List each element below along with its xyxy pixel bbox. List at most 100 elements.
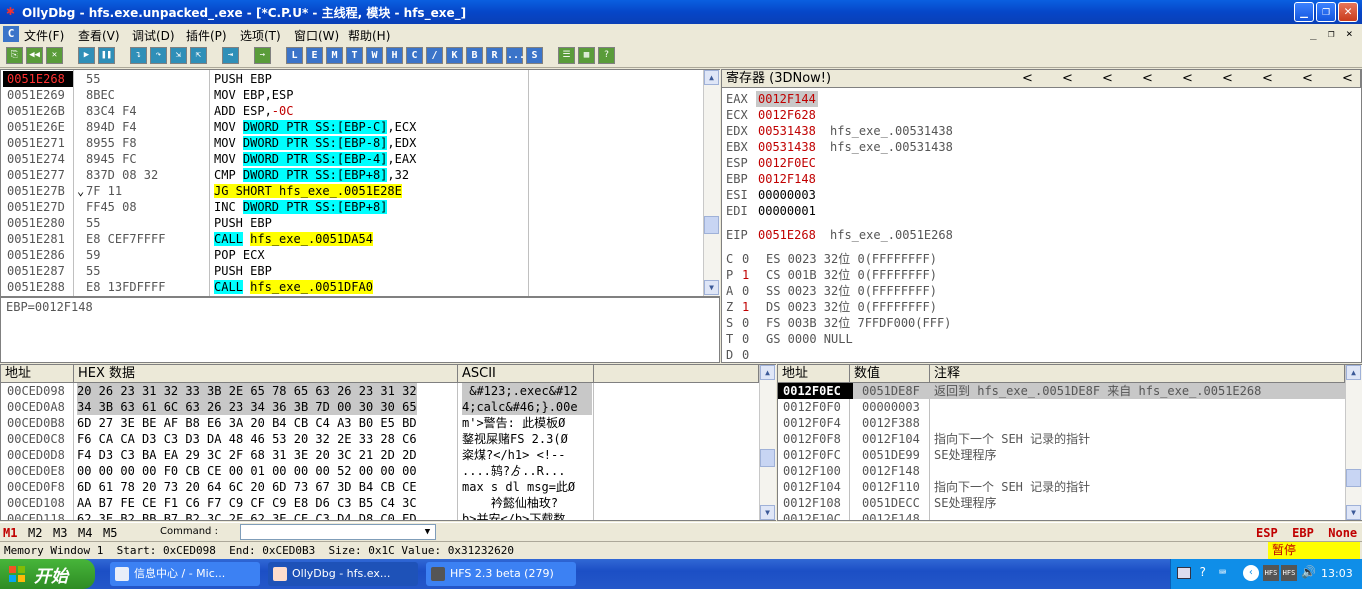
goto-icon[interactable]: → (254, 47, 271, 64)
menu-file[interactable]: 文件(F) (24, 27, 64, 44)
register-row[interactable]: ECX 0012F628 (722, 107, 1352, 123)
flag-row[interactable]: Z 1 DS 0023 32位 0(FFFFFFFF) (722, 299, 1352, 315)
register-view-arrow-icon[interactable]: < (1302, 71, 1313, 86)
memory-tab-m5[interactable]: M5 (103, 526, 117, 540)
stack-row[interactable]: 0012F0F4 0012F388 (778, 415, 1345, 431)
register-view-arrow-icon[interactable]: < (1222, 71, 1233, 86)
menu-plugins[interactable]: 插件(P) (186, 27, 227, 44)
flag-value[interactable]: 0 (742, 331, 749, 347)
dump-scroll-up-arrow-icon[interactable]: ▲ (760, 365, 775, 380)
memory-tab-m1[interactable]: M1 (3, 526, 17, 540)
flag-value[interactable]: 0 (742, 347, 749, 363)
handles-window-button[interactable]: H (386, 47, 403, 64)
disasm-row[interactable]: 0051E269 8BEC MOV EBP,ESP (1, 87, 701, 103)
tray-collapse-icon[interactable]: ‹ (1243, 565, 1259, 581)
register-value[interactable]: 0012F0EC (758, 155, 816, 171)
flag-value[interactable]: 0 (742, 251, 749, 267)
stack-row[interactable]: 0012F100 0012F148 (778, 463, 1345, 479)
hfs-tray-icon[interactable]: HFS (1263, 565, 1279, 581)
modules-window-button[interactable]: E (306, 47, 323, 64)
disasm-row[interactable]: 0051E288 E8 13FDFFFF CALL hfs_exe_.0051DFA… (1, 279, 701, 295)
register-value[interactable]: 00531438 (758, 123, 816, 139)
open-icon[interactable]: ⎘ (6, 47, 23, 64)
disasm-row[interactable]: 0051E27B ⌄ 7F 11 JG SHORT hfs_exe_.0051E28E (1, 183, 701, 199)
stack-scroll-thumb[interactable] (1346, 469, 1361, 487)
disassembly-pane[interactable]: 0051E268 55 PUSH EBP 0051E269 8BEC MOV EBP,ES… (0, 69, 720, 297)
register-row[interactable]: EIP 0051E268 hfs_exe_.0051E268 (722, 227, 1352, 243)
mdi-restore-button[interactable]: ❐ (1328, 27, 1335, 40)
execute-till-return-icon[interactable]: ⇥ (222, 47, 239, 64)
disassembly-scrollbar[interactable]: ▲ ▼ (703, 70, 720, 296)
flag-row[interactable]: D0 (722, 347, 1352, 363)
breakpoints-window-button[interactable]: B (466, 47, 483, 64)
taskbar-item-info-center[interactable]: 信息中心 / - Mic... (110, 562, 260, 586)
flag-value[interactable]: 0 (742, 315, 749, 331)
stack-mode-selector[interactable]: ESP EBP None (1256, 526, 1357, 540)
dump-row[interactable]: 00CED098 20 26 23 31 32 33 3B 2E 65 78 65… (1, 383, 759, 399)
help-icon[interactable]: ? (598, 47, 615, 64)
register-view-arrow-icon[interactable]: < (1142, 71, 1153, 86)
source-window-button[interactable]: S (526, 47, 543, 64)
flag-value[interactable]: 1 (742, 299, 749, 315)
threads-window-button[interactable]: T (346, 47, 363, 64)
scroll-up-arrow-icon[interactable]: ▲ (704, 70, 719, 85)
patches-window-button[interactable]: / (426, 47, 443, 64)
log-window-button[interactable]: L (286, 47, 303, 64)
dump-row[interactable]: 00CED0E8 00 00 00 00 F0 CB CE 00 01 00 00… (1, 463, 759, 479)
trace-into-icon[interactable]: ⇲ (170, 47, 187, 64)
register-value[interactable]: 00000001 (758, 203, 816, 219)
register-value[interactable]: 0012F628 (758, 107, 816, 123)
menu-options[interactable]: 选项(T) (240, 27, 281, 44)
runtrace-window-button[interactable]: ... (506, 47, 525, 64)
dump-row[interactable]: 00CED0C8 F6 CA CA D3 C3 D3 DA 48 46 53 20… (1, 431, 759, 447)
flag-row[interactable]: A 0 SS 0023 32位 0(FFFFFFFF) (722, 283, 1352, 299)
register-view-arrow-icon[interactable]: < (1102, 71, 1113, 86)
register-view-arrow-icon[interactable]: < (1022, 71, 1033, 86)
register-value[interactable]: 0051E268 (758, 227, 816, 243)
help-tray-icon[interactable]: ? (1199, 565, 1213, 581)
disasm-row[interactable]: 0051E274 8945 FC MOV DWORD PTR SS:[EBP-4],… (1, 151, 701, 167)
menu-view[interactable]: 查看(V) (78, 27, 120, 44)
dump-row[interactable]: 00CED118 62 3E B2 BB B7 B2 3C 2F 62 3E CE… (1, 511, 759, 520)
dump-header-hex[interactable]: HEX 数据 (74, 365, 458, 383)
trace-over-icon[interactable]: ⇱ (190, 47, 207, 64)
flag-value[interactable]: 1 (742, 267, 749, 283)
register-row[interactable]: EAX 0012F144 (722, 91, 1352, 107)
references-window-button[interactable]: R (486, 47, 503, 64)
mdi-minimize-button[interactable]: _ (1310, 27, 1317, 40)
flag-row[interactable]: C 0 ES 0023 32位 0(FFFFFFFF) (722, 251, 1352, 267)
list-icon[interactable]: ☰ (558, 47, 575, 64)
command-input[interactable] (240, 524, 436, 540)
stack-row[interactable]: 0012F0FC 0051DE99 SE处理程序 (778, 447, 1345, 463)
register-row[interactable]: ESI 00000003 (722, 187, 1352, 203)
flag-row[interactable]: P 1 CS 001B 32位 0(FFFFFFFF) (722, 267, 1352, 283)
stack-pane[interactable]: 地址 数值 注释 0012F0EC 0051DE8F 返回到 hfs_exe_.00… (777, 364, 1362, 521)
stack-scroll-down-arrow-icon[interactable]: ▼ (1346, 505, 1361, 520)
clock[interactable]: 13:03 (1321, 567, 1353, 580)
windows-window-button[interactable]: W (366, 47, 383, 64)
register-view-arrow-icon[interactable]: < (1062, 71, 1073, 86)
register-row[interactable]: ESP 0012F0EC (722, 155, 1352, 171)
flag-value[interactable]: 0 (742, 283, 749, 299)
stack-header-value[interactable]: 数值 (850, 365, 930, 383)
stack-row[interactable]: 0012F0F0 00000003 (778, 399, 1345, 415)
memory-tab-m4[interactable]: M4 (78, 526, 92, 540)
disasm-row[interactable]: 0051E26E 894D F4 MOV DWORD PTR SS:[EBP-C],… (1, 119, 701, 135)
dump-scroll-down-arrow-icon[interactable]: ▼ (760, 505, 775, 520)
flag-row[interactable]: S 0 FS 003B 32位 7FFDF000(FFF) (722, 315, 1352, 331)
stack-header-comment[interactable]: 注释 (930, 365, 1345, 383)
mdi-close-button[interactable]: × (1346, 27, 1353, 40)
disasm-row[interactable]: 0051E271 8955 F8 MOV DWORD PTR SS:[EBP-8],… (1, 135, 701, 151)
step-into-icon[interactable]: ↴ (130, 47, 147, 64)
step-over-icon[interactable]: ↷ (150, 47, 167, 64)
grid-icon[interactable]: ▦ (578, 47, 595, 64)
stop-icon[interactable]: ✕ (46, 47, 63, 64)
start-button[interactable]: 开始 (0, 559, 95, 589)
callstack-window-button[interactable]: K (446, 47, 463, 64)
stack-header-address[interactable]: 地址 (778, 365, 850, 383)
taskbar-item-hfs[interactable]: HFS 2.3 beta (279) (426, 562, 576, 586)
disasm-row[interactable]: 0051E281 E8 CEF7FFFF CALL hfs_exe_.0051DA5… (1, 231, 701, 247)
keyboard-icon[interactable] (1177, 567, 1191, 579)
dump-row[interactable]: 00CED0F8 6D 61 78 20 73 20 64 6C 20 6D 73… (1, 479, 759, 495)
close-button[interactable]: ✕ (1338, 2, 1358, 22)
